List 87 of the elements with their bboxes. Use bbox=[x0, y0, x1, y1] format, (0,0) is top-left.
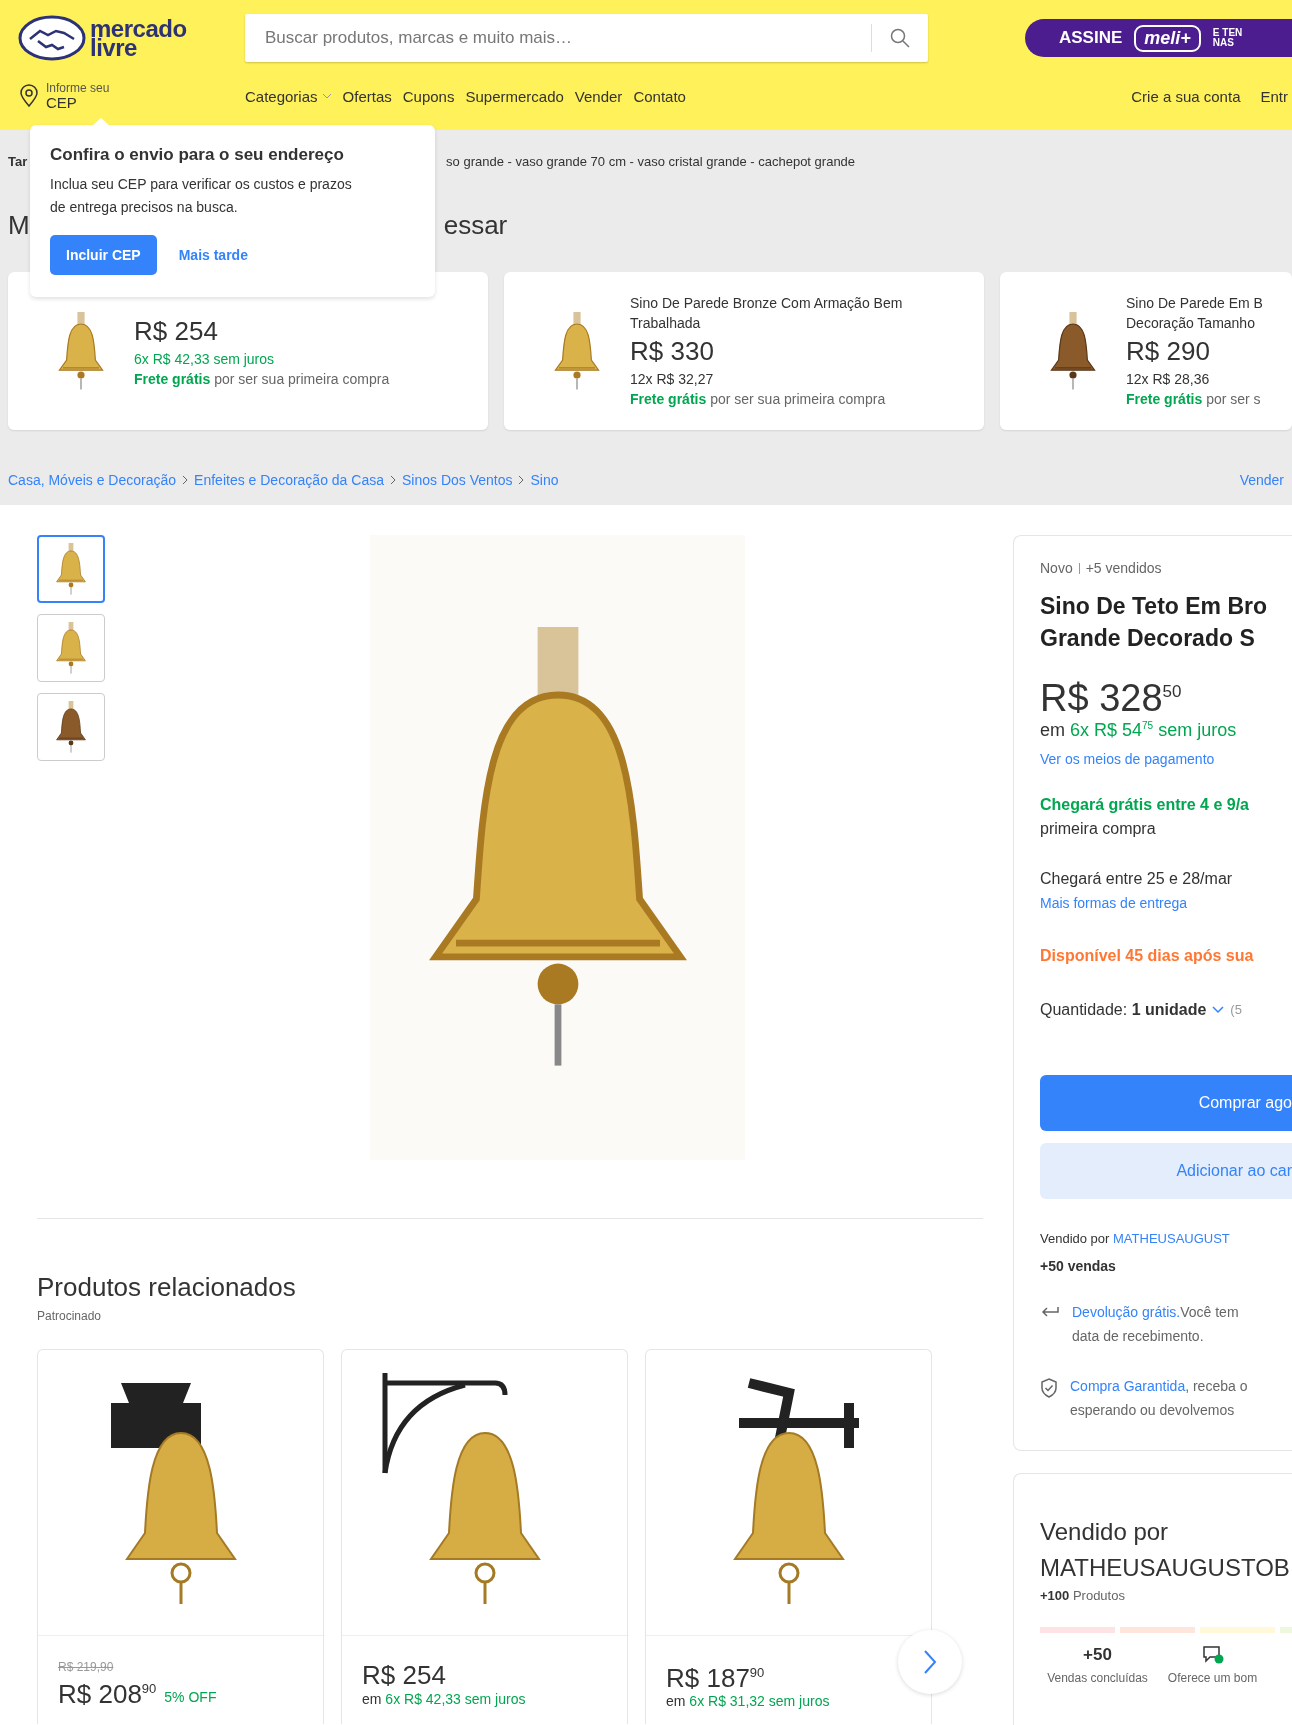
product-card[interactable]: R$ 219,90 R$ 208$^{90}$ 5% OFF bbox=[37, 1349, 324, 1724]
section-heading: M bbox=[8, 209, 30, 241]
recommendation-card[interactable]: Sino De Parede Bronze Com Armação Bem Trabalhada R$ 330 12x R$ 32,27 Frete grátis por ser sua primeira compra bbox=[504, 272, 984, 430]
logo-text[interactable]: mercado livre bbox=[90, 19, 187, 57]
product-title[interactable]: Sino De Parede Em B Decoração Tamanho bbox=[1126, 293, 1263, 333]
product-price: R$ 254 bbox=[362, 1660, 446, 1690]
product-price: R$ 208$^{90}$ bbox=[58, 1677, 157, 1709]
chevron-right-icon bbox=[389, 475, 396, 485]
nav-link[interactable]: Ofertas bbox=[342, 87, 392, 105]
chevron-down-icon bbox=[321, 93, 332, 99]
sales-count: +50 vendas bbox=[1040, 1257, 1117, 1274]
installments-text: em 6x R$ 54$^{75}$ sem juros bbox=[1040, 719, 1238, 741]
nav-link[interactable]: Contato bbox=[633, 87, 686, 105]
search-field[interactable]: Buscar produtos, marcas e muito mais… bbox=[245, 28, 871, 48]
benefit-text: Compra Garantida, receba o esperando ou devolvemos bbox=[1070, 1376, 1248, 1420]
section-heading: essar bbox=[443, 209, 508, 241]
installments-text: 6x R$ 42,33 sem juros bbox=[134, 350, 276, 369]
subscription-banner[interactable]: ASSINE meli+ E TEN NAS bbox=[1025, 19, 1292, 57]
shipping-text: Chegará grátis entre 4 e 9/a bbox=[1040, 794, 1250, 815]
popup-title: Confira o envio para o seu endereço bbox=[50, 145, 345, 165]
seller-label: Vendido por bbox=[1040, 1230, 1110, 1246]
include-cep-button[interactable]: Incluir CEP bbox=[50, 235, 157, 275]
shipping-text: primeira compra bbox=[1040, 818, 1157, 839]
availability-text: Disponível 45 dias após sua bbox=[1040, 946, 1255, 965]
product-price: R$ 290 bbox=[1126, 335, 1211, 368]
buy-now-button[interactable]: Comprar ago bbox=[1040, 1074, 1292, 1131]
chevron-right-icon bbox=[518, 475, 525, 485]
shipping-text: Frete grátis por ser s bbox=[1126, 390, 1262, 409]
benefit-text: Devolução grátis.Você tem data de recebimento. bbox=[1072, 1302, 1239, 1346]
nav-link[interactable]: Supermercado bbox=[465, 87, 564, 105]
shipping-text: Chegará entre 25 e 28/mar bbox=[1040, 868, 1234, 889]
location-pin-icon bbox=[18, 84, 40, 108]
benefit-link[interactable]: Devolução grátis. bbox=[1072, 1303, 1181, 1320]
product-price: R$ 328$^{50}$ bbox=[1040, 675, 1183, 720]
popup-text: Inclua seu CEP para verificar os custos e prazos de entrega precisos na busca. bbox=[50, 175, 353, 217]
sold-count: +5 vendidos bbox=[1085, 560, 1162, 576]
sponsored-label: Patrocinado bbox=[37, 1309, 103, 1323]
location-link[interactable]: Informe seu CEP bbox=[18, 81, 245, 111]
related-search-label: Tar bbox=[8, 153, 28, 171]
related-searches-text: so grande - vaso grande 70 cm - vaso cristal grande - cachepot grande bbox=[446, 153, 856, 171]
chevron-right-icon bbox=[923, 1649, 937, 1675]
recommendation-card[interactable]: Sino De Parede Em B Decoração Tamanho R$ 290 12x R$ 28,36 Frete grátis por ser s bbox=[1000, 272, 1292, 430]
condition-label: Novo bbox=[1040, 560, 1073, 576]
section-heading: Produtos relacionados bbox=[37, 1271, 297, 1303]
old-price: R$ 219,90 bbox=[58, 1659, 115, 1674]
installments-text: 12x R$ 32,27 bbox=[630, 370, 715, 389]
shipping-text: Frete grátis por ser sua primeira compra bbox=[134, 370, 390, 389]
stat-label: Vendas concluídas bbox=[1047, 1670, 1148, 1685]
thumbnail[interactable] bbox=[37, 693, 105, 761]
stat-value: +50 bbox=[1083, 1644, 1112, 1666]
seller-heading: Vendido por MATHEUSAUGUSTOB bbox=[1040, 1516, 1291, 1583]
quantity-selector[interactable]: Quantidade: 1 unidade bbox=[1040, 1000, 1207, 1019]
stat-label: Oferece um bom bbox=[1167, 1670, 1258, 1685]
product-title: Sino De Teto Em Bro Grande Decorado S bbox=[1040, 592, 1269, 653]
seller-link[interactable]: MATHEUSAUGUST bbox=[1113, 1230, 1230, 1246]
installments-text: 12x R$ 28,36 bbox=[1126, 370, 1211, 389]
thumbnail[interactable] bbox=[37, 535, 105, 603]
payment-methods-link[interactable]: Ver os meios de pagamento bbox=[1040, 750, 1292, 767]
subscribe-label: ASSINE bbox=[1059, 28, 1123, 48]
product-price: R$ 254 bbox=[134, 315, 219, 348]
chevron-down-icon[interactable] bbox=[1212, 1005, 1225, 1014]
thumbnail[interactable] bbox=[37, 614, 105, 682]
chevron-right-icon bbox=[182, 475, 189, 485]
account-link[interactable]: Crie a sua conta bbox=[1131, 87, 1241, 105]
products-count: +100 Produtos bbox=[1040, 1587, 1126, 1603]
chat-check-icon bbox=[1201, 1644, 1224, 1665]
account-link[interactable]: Entr bbox=[1260, 87, 1288, 105]
shield-check-icon bbox=[1040, 1377, 1058, 1398]
product-card[interactable]: R$ 254 em 6x R$ 42,33 sem juros bbox=[341, 1349, 628, 1724]
nav-link[interactable]: Vender bbox=[574, 87, 623, 105]
search-bar[interactable]: Buscar produtos, marcas e muito mais… bbox=[245, 14, 928, 62]
search-icon[interactable] bbox=[890, 28, 910, 48]
stock-note: (5 bbox=[1230, 1002, 1242, 1018]
installments-text: em 6x R$ 31,32 sem juros bbox=[666, 1692, 831, 1711]
discount-label: 5% OFF bbox=[164, 1689, 217, 1706]
installments-text: em 6x R$ 42,33 sem juros bbox=[362, 1690, 527, 1708]
later-link[interactable]: Mais tarde bbox=[178, 247, 248, 263]
delivery-options-link[interactable]: Mais formas de entrega bbox=[1040, 894, 1292, 911]
nav-link[interactable]: Categorias bbox=[245, 87, 332, 105]
shipping-text: Frete grátis por ser sua primeira compra bbox=[630, 390, 887, 409]
product-price: R$ 330 bbox=[630, 335, 715, 368]
product-card[interactable]: R$ 187$^{90}$ em 6x R$ 31,32 sem juros bbox=[645, 1349, 932, 1724]
banner-tagline: E TEN NAS bbox=[1212, 28, 1243, 48]
nav-link[interactable]: Cupons bbox=[402, 87, 455, 105]
product-title[interactable]: Sino De Parede Bronze Com Armação Bem Trabalhada bbox=[630, 293, 903, 333]
product-price: R$ 187$^{90}$ bbox=[666, 1661, 765, 1693]
meli-plus-badge: meli+ bbox=[1134, 24, 1201, 52]
